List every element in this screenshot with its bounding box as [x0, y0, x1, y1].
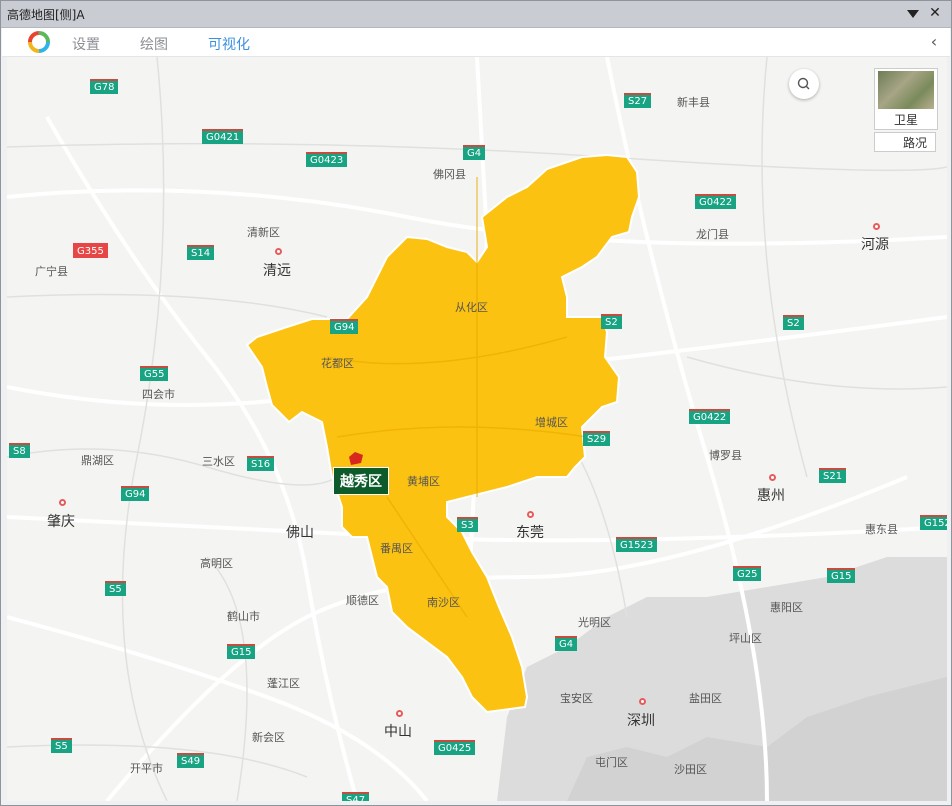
road-shield: G4 — [555, 636, 578, 651]
map-canvas[interactable]: 越秀区 清远 河源 肇庆 佛山 东莞 惠州 中山 深圳 新丰县 佛冈县 龙门县 … — [7, 57, 947, 801]
city-label: 佛山 — [286, 525, 314, 541]
road-shield: G0423 — [306, 152, 348, 167]
place-label: 清新区 — [247, 226, 280, 239]
place-label: 番禺区 — [380, 542, 413, 555]
place-label: 黄埔区 — [407, 475, 440, 488]
road-shield: S3 — [457, 517, 478, 532]
place-label: 新会区 — [252, 731, 285, 744]
road-shield: S5 — [51, 738, 72, 753]
close-icon[interactable]: ✕ — [927, 4, 943, 22]
app-window: 高德地图[侧]A ✕ 设置 绘图 可视化 ‹ 越秀区 清远 河源 肇庆 佛山 东… — [0, 0, 952, 806]
search-icon — [797, 77, 810, 90]
road-shield: G94 — [330, 319, 359, 334]
city-label: 深圳 — [627, 713, 655, 729]
place-label: 顺德区 — [346, 594, 379, 607]
place-label: 沙田区 — [674, 763, 707, 776]
road-shield: G94 — [121, 486, 150, 501]
place-label: 宝安区 — [560, 692, 593, 705]
city-marker-icon — [527, 511, 534, 518]
road-shield: G152 — [920, 515, 947, 530]
selected-region-label: 越秀区 — [333, 467, 389, 495]
road-shield: G55 — [140, 366, 169, 381]
place-label: 蓬江区 — [267, 677, 300, 690]
road-shield: S2 — [783, 315, 804, 330]
place-label: 高明区 — [200, 557, 233, 570]
place-label: 坪山区 — [729, 632, 762, 645]
road-shield: S21 — [819, 468, 847, 483]
road-shield: G0422 — [695, 194, 737, 209]
city-marker-icon — [769, 474, 776, 481]
satellite-layer-button[interactable]: 卫星 — [874, 68, 938, 130]
plugin-toolbar: 设置 绘图 可视化 ‹ — [2, 28, 950, 57]
city-label: 东莞 — [516, 525, 544, 541]
place-label: 屯门区 — [595, 756, 628, 769]
place-label: 惠东县 — [865, 523, 898, 536]
road-shield: S5 — [105, 581, 126, 596]
road-shield: G15 — [227, 644, 256, 659]
title-bar: 高德地图[侧]A ✕ — [1, 1, 951, 28]
road-shield: S27 — [624, 93, 652, 108]
road-shield: G0422 — [689, 409, 731, 424]
place-label: 花都区 — [321, 357, 354, 370]
road-shield: S2 — [601, 314, 622, 329]
road-shield: G1523 — [616, 537, 658, 552]
place-label: 鼎湖区 — [81, 454, 114, 467]
road-shield: G355 — [73, 243, 108, 258]
satellite-thumbnail — [878, 71, 934, 109]
dropdown-arrow-icon[interactable] — [905, 7, 921, 21]
city-marker-icon — [59, 499, 66, 506]
road-shield: G4 — [463, 145, 486, 160]
city-label: 清远 — [263, 263, 291, 279]
place-label: 新丰县 — [677, 96, 710, 109]
tab-draw[interactable]: 绘图 — [140, 34, 168, 54]
city-label: 中山 — [384, 724, 412, 740]
place-label: 盐田区 — [689, 692, 722, 705]
place-label: 四会市 — [142, 388, 175, 401]
place-label: 佛冈县 — [433, 168, 466, 181]
road-shield: S8 — [9, 443, 30, 458]
city-label: 惠州 — [757, 488, 785, 504]
road-shield: S49 — [177, 753, 205, 768]
window-title: 高德地图[侧]A — [7, 8, 85, 22]
place-label: 光明区 — [578, 616, 611, 629]
road-shield: S16 — [247, 456, 275, 471]
road-shield: S14 — [187, 245, 215, 260]
city-label: 肇庆 — [47, 514, 75, 530]
place-label: 南沙区 — [427, 596, 460, 609]
city-label: 河源 — [861, 237, 889, 253]
tab-settings[interactable]: 设置 — [72, 34, 100, 54]
map-search-button[interactable] — [789, 69, 819, 99]
city-marker-icon — [873, 223, 880, 230]
place-label: 增城区 — [535, 416, 568, 429]
place-label: 从化区 — [455, 301, 488, 314]
traffic-layer-button[interactable]: 路况 — [874, 132, 936, 152]
road-shield: G0425 — [434, 740, 476, 755]
base-map — [7, 57, 947, 801]
collapse-chevron-icon[interactable]: ‹ — [926, 32, 942, 52]
place-label: 三水区 — [202, 455, 235, 468]
city-marker-icon — [275, 248, 282, 255]
place-label: 龙门县 — [696, 228, 729, 241]
satellite-label: 卫星 — [893, 113, 918, 127]
road-shield: S47 — [342, 792, 370, 801]
city-marker-icon — [639, 698, 646, 705]
app-logo-icon — [28, 31, 50, 53]
place-label: 广宁县 — [35, 265, 68, 278]
road-shield: G15 — [827, 568, 856, 583]
road-shield: G0421 — [202, 129, 244, 144]
road-shield: S29 — [583, 431, 611, 446]
road-shield: G25 — [733, 566, 762, 581]
city-marker-icon — [396, 710, 403, 717]
place-label: 鹤山市 — [227, 610, 260, 623]
road-shield: G78 — [90, 79, 119, 94]
tab-visualize[interactable]: 可视化 — [208, 34, 250, 54]
place-label: 博罗县 — [709, 449, 742, 462]
place-label: 惠阳区 — [770, 601, 803, 614]
place-label: 开平市 — [130, 762, 163, 775]
